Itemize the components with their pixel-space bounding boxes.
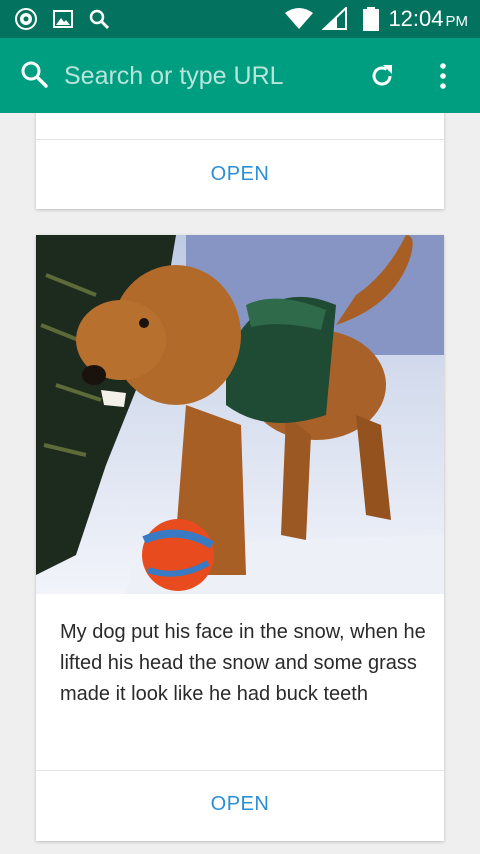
overflow-menu-icon[interactable] bbox=[429, 62, 457, 90]
battery-icon bbox=[363, 7, 379, 31]
card-caption: My dog put his face in the snow, when he… bbox=[60, 621, 426, 705]
open-button[interactable]: OPEN bbox=[36, 793, 444, 816]
search-icon[interactable] bbox=[20, 60, 48, 88]
feed-card: OPEN bbox=[36, 113, 444, 209]
refresh-icon[interactable] bbox=[368, 62, 396, 90]
cell-signal-icon bbox=[322, 7, 347, 30]
card-divider bbox=[36, 770, 444, 771]
feed-card: My dog put his face in the snow, when he… bbox=[36, 235, 444, 841]
status-time: 12:04 PM bbox=[388, 6, 468, 35]
feed-content: OPEN My dog put his face in the snow, wh… bbox=[0, 113, 480, 854]
clock-time: 12:04 bbox=[388, 6, 444, 31]
app-notification-icon bbox=[15, 8, 37, 30]
wifi-icon bbox=[285, 8, 313, 29]
status-bar: 12:04 PM bbox=[0, 0, 480, 38]
image-notification-icon bbox=[53, 10, 73, 28]
browser-toolbar bbox=[0, 38, 480, 113]
open-button[interactable]: OPEN bbox=[36, 163, 444, 186]
card-divider bbox=[36, 139, 444, 140]
clock-ampm: PM bbox=[445, 13, 469, 30]
url-search-input[interactable] bbox=[64, 56, 354, 96]
search-notification-icon bbox=[89, 9, 110, 30]
dog-in-snow-photo[interactable] bbox=[36, 235, 444, 594]
